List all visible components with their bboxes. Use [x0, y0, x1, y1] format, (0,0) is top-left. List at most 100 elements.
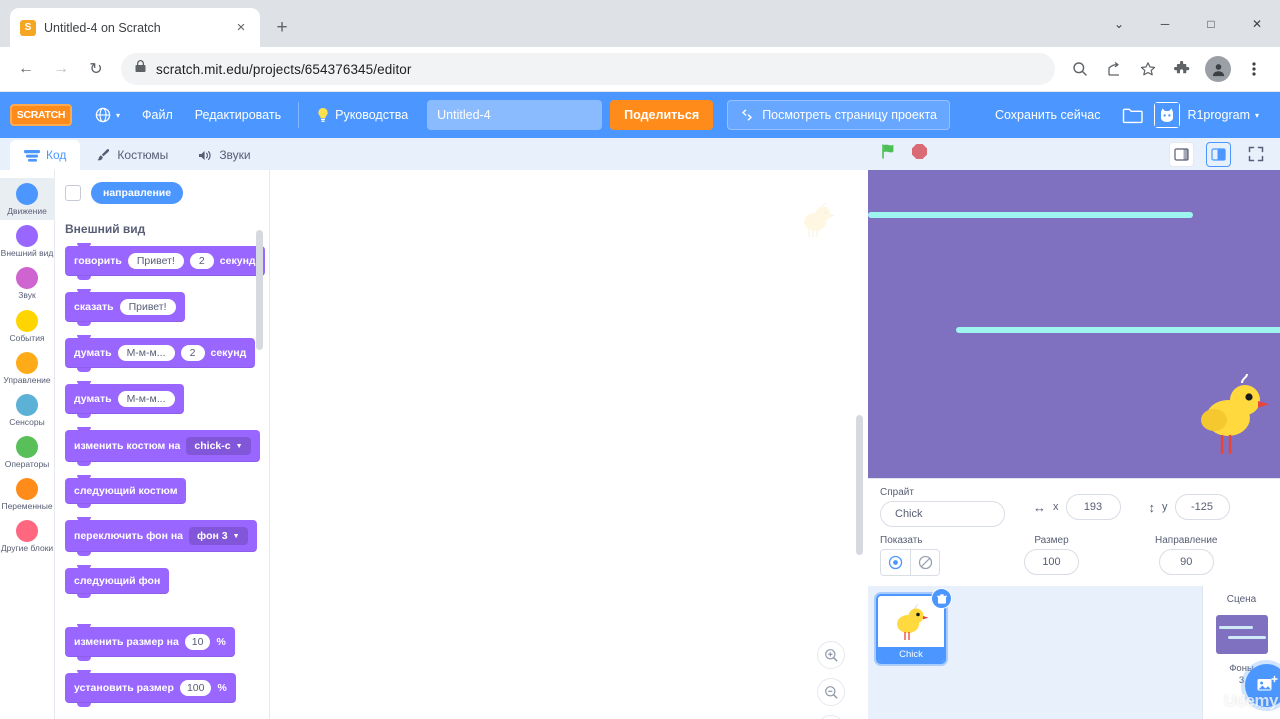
see-project-page-button[interactable]: Посмотреть страницу проекта — [727, 100, 950, 130]
block-change-size-by[interactable]: изменить размер на 10 % — [65, 624, 235, 661]
project-title-input[interactable]: Untitled-4 — [427, 100, 603, 130]
tab-code[interactable]: Код — [10, 140, 81, 170]
my-stuff-folder-icon[interactable] — [1111, 100, 1154, 130]
category-motion[interactable]: Движение — [0, 178, 55, 221]
show-visible-icon[interactable] — [881, 550, 910, 575]
category-control[interactable]: Управление — [0, 347, 55, 389]
category-my-blocks[interactable]: Другие блоки — [0, 515, 55, 557]
canvas-vertical-scrollbar[interactable] — [856, 415, 863, 555]
extensions-puzzle-icon[interactable] — [1166, 53, 1198, 85]
show-hidden-icon[interactable] — [910, 550, 939, 575]
chick-sprite[interactable] — [1198, 370, 1270, 463]
tutorials-menu[interactable]: Руководства — [305, 100, 419, 130]
stage-line — [868, 212, 1193, 218]
chevron-down-icon: ▼ — [235, 442, 243, 450]
fullscreen-icon[interactable] — [1243, 142, 1268, 167]
y-position-input[interactable]: -125 — [1174, 494, 1230, 520]
tab-sounds[interactable]: Звуки — [184, 140, 265, 170]
block-costume-dropdown[interactable]: chick-c ▼ — [186, 437, 251, 455]
trash-icon[interactable] — [931, 588, 952, 609]
block-next-backdrop[interactable]: следующий фон — [65, 565, 170, 598]
scratch-favicon: S — [20, 19, 36, 36]
minimize-icon[interactable]: ─ — [1142, 5, 1188, 43]
new-tab-button[interactable]: + — [268, 14, 296, 42]
window-controls: ⌄ ─ □ ✕ — [1096, 0, 1280, 47]
search-icon[interactable] — [1064, 53, 1096, 85]
sprite-info-row-1: Спрайт Chick ↔ x 193 ↕ y -125 — [880, 487, 1268, 527]
category-operators[interactable]: Операторы — [0, 431, 55, 473]
zoom-out-icon[interactable] — [817, 678, 845, 706]
direction-input[interactable]: 90 — [1158, 549, 1214, 575]
profile-avatar-icon[interactable] — [1205, 56, 1231, 82]
block-number-input[interactable]: 100 — [179, 680, 212, 696]
block-text-input[interactable]: М-м-м... — [117, 391, 175, 407]
block-text-input[interactable]: М-м-м... — [117, 345, 175, 361]
zoom-reset-icon[interactable] — [817, 715, 845, 719]
browser-tab-strip: S Untitled-4 on Scratch × + ⌄ ─ □ ✕ — [0, 0, 1280, 47]
stage-thumb-line — [1227, 636, 1266, 639]
block-palette[interactable]: направление Внешний вид говорить Привет!… — [55, 170, 270, 719]
stage-thumb-line — [1218, 626, 1253, 629]
avatar[interactable] — [1154, 102, 1181, 128]
edit-menu[interactable]: Редактировать — [184, 100, 292, 130]
block-number-input[interactable]: 10 — [184, 634, 211, 650]
block-number-input[interactable]: 2 — [189, 253, 214, 269]
sprite-info-row-2: Показать Размер 100 Направление 90 — [880, 535, 1268, 576]
file-menu[interactable]: Файл — [131, 100, 184, 130]
size-input[interactable]: 100 — [1024, 549, 1079, 575]
share-icon[interactable] — [1098, 53, 1130, 85]
maximize-icon[interactable]: □ — [1188, 5, 1234, 43]
save-now-button[interactable]: Сохранить сейчас — [984, 100, 1112, 130]
reload-icon[interactable]: ↻ — [80, 53, 112, 85]
share-button[interactable]: Поделиться — [610, 100, 714, 130]
chrome-menu-icon[interactable] — [1238, 53, 1270, 85]
block-backdrop-dropdown[interactable]: фон 3 ▼ — [189, 527, 248, 545]
back-icon[interactable]: ← — [10, 53, 42, 85]
category-looks[interactable]: Внешний вид — [0, 220, 55, 262]
block-next-costume[interactable]: следующий костюм — [65, 475, 187, 508]
forward-icon[interactable]: → — [45, 53, 77, 85]
chevron-down-icon[interactable]: ⌄ — [1096, 5, 1142, 43]
block-direction-reporter[interactable]: направление — [91, 182, 184, 204]
category-variables[interactable]: Переменные — [0, 473, 55, 515]
block-text-input[interactable]: Привет! — [127, 253, 184, 269]
block-label: думать — [74, 393, 112, 405]
sprite-name-input[interactable]: Chick — [880, 501, 1005, 527]
account-menu[interactable]: R1program ▾ — [1187, 100, 1270, 130]
code-canvas[interactable] — [270, 170, 868, 719]
block-label: следующий фон — [74, 575, 161, 587]
window-close-icon[interactable]: ✕ — [1234, 5, 1280, 43]
reporter-checkbox[interactable] — [65, 185, 81, 201]
block-say-for-seconds[interactable]: говорить Привет! 2 секунд — [65, 243, 265, 280]
block-number-input[interactable]: 2 — [180, 345, 205, 361]
browser-tab[interactable]: S Untitled-4 on Scratch × — [10, 8, 260, 47]
block-think[interactable]: думать М-м-м... — [65, 381, 184, 418]
category-sound[interactable]: Звук — [0, 262, 55, 304]
green-flag-icon[interactable] — [880, 142, 899, 166]
block-think-for-seconds[interactable]: думать М-м-м... 2 секунд — [65, 335, 256, 372]
stage-selector-pane[interactable]: Сцена Фоны 3 Udemy — [1202, 586, 1280, 719]
zoom-in-icon[interactable] — [817, 641, 845, 669]
sprite-card-chick[interactable]: Chick — [876, 588, 952, 664]
block-switch-costume[interactable]: изменить костюм на chick-c ▼ — [65, 427, 260, 466]
stage[interactable] — [868, 170, 1280, 478]
block-text-input[interactable]: Привет! — [119, 299, 176, 315]
block-set-size-to[interactable]: установить размер 100 % — [65, 670, 236, 707]
category-events[interactable]: События — [0, 305, 55, 347]
block-label: установить размер — [74, 682, 174, 694]
address-bar[interactable]: scratch.mit.edu/projects/654376345/edito… — [121, 53, 1055, 85]
language-menu[interactable]: ▾ — [84, 100, 131, 130]
x-position-input[interactable]: 193 — [1065, 494, 1121, 520]
scratch-logo[interactable]: SCRATCH — [10, 104, 72, 126]
palette-scrollbar[interactable] — [256, 230, 263, 350]
close-icon[interactable]: × — [232, 19, 250, 37]
tab-costumes[interactable]: Костюмы — [82, 140, 183, 170]
block-say[interactable]: сказать Привет! — [65, 289, 185, 326]
stop-sign-icon[interactable] — [911, 143, 928, 165]
small-stage-icon[interactable] — [1169, 141, 1194, 167]
large-stage-icon[interactable] — [1206, 141, 1231, 167]
category-sensing[interactable]: Сенсоры — [0, 389, 55, 431]
block-switch-backdrop[interactable]: переключить фон на фон 3 ▼ — [65, 517, 257, 556]
bookmark-star-icon[interactable] — [1132, 53, 1164, 85]
palette-content: направление Внешний вид говорить Привет!… — [55, 170, 269, 719]
